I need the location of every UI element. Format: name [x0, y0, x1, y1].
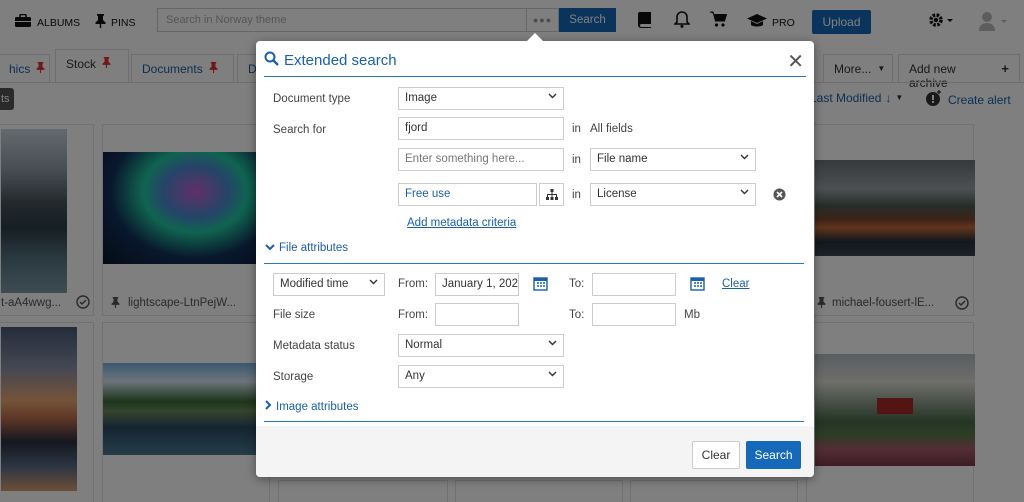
chevron-down-icon: [369, 277, 378, 288]
date-from-input[interactable]: January 1, 202: [435, 273, 519, 296]
in-label: in: [572, 154, 581, 166]
search-for-input[interactable]: fjord: [398, 117, 564, 140]
close-icon[interactable]: ✕: [787, 49, 804, 74]
chevron-down-icon: [740, 152, 749, 163]
file-attributes-toggle[interactable]: File attributes: [265, 242, 348, 254]
dialog-title: Extended search: [264, 51, 397, 70]
dialog-title-text: Extended search: [284, 52, 397, 69]
document-type-label: Document type: [273, 93, 351, 105]
size-from-label: From:: [398, 309, 429, 321]
time-type-select[interactable]: Modified time: [273, 273, 385, 296]
extended-search-dialog: Extended search ✕ Document type Image Se…: [256, 33, 814, 477]
submit-search-button[interactable]: Search: [746, 441, 801, 469]
dialog-footer: Clear Search: [256, 426, 814, 477]
metadata-status-label: Metadata status: [273, 340, 355, 352]
file-attributes-label: File attributes: [279, 242, 349, 254]
file-size-label: File size: [273, 309, 316, 321]
license-value-input[interactable]: Free use: [398, 183, 537, 206]
metadata-status-select[interactable]: Normal: [398, 334, 564, 357]
from-label: From:: [398, 278, 429, 290]
size-to-input[interactable]: [592, 303, 676, 326]
document-type-select[interactable]: Image: [398, 87, 564, 110]
hierarchy-picker-button[interactable]: [539, 183, 564, 206]
storage-label: Storage: [273, 371, 314, 383]
storage-value: Any: [405, 370, 425, 382]
date-to-input[interactable]: [592, 273, 676, 296]
time-type-value: Modified time: [280, 278, 349, 290]
image-attributes-label: Image attributes: [276, 400, 359, 413]
title-divider: [264, 76, 806, 77]
chevron-down-icon: [548, 338, 557, 349]
in-label: in: [572, 123, 581, 135]
license-field-value: License: [597, 188, 637, 200]
in-label: in: [572, 189, 581, 201]
size-from-input[interactable]: [435, 303, 519, 326]
chevron-down-icon: [265, 242, 275, 254]
document-type-value: Image: [405, 92, 437, 104]
chevron-down-icon: [740, 187, 749, 198]
sitemap-icon: [546, 189, 558, 203]
criteria-input[interactable]: Enter something here...: [398, 148, 564, 171]
add-metadata-criteria-link[interactable]: Add metadata criteria: [407, 217, 516, 229]
license-field-select[interactable]: License: [590, 183, 756, 206]
field-select-value: File name: [597, 153, 648, 165]
search-icon: [264, 51, 279, 70]
dialog-pointer: [527, 33, 543, 41]
mb-unit-label: Mb: [684, 309, 700, 321]
section-divider: [264, 263, 804, 264]
field-select[interactable]: File name: [590, 148, 756, 171]
all-fields-label: All fields: [590, 123, 633, 135]
metadata-status-value: Normal: [405, 339, 443, 351]
search-for-label: Search for: [273, 124, 327, 136]
to-label: To:: [569, 278, 585, 290]
chevron-down-icon: [548, 91, 557, 102]
remove-criteria-icon[interactable]: [773, 188, 786, 204]
clear-button[interactable]: Clear: [692, 441, 740, 469]
chevron-right-icon: [265, 400, 272, 413]
calendar-icon[interactable]: [533, 276, 548, 294]
section-divider: [264, 421, 804, 422]
calendar-icon[interactable]: [690, 276, 705, 294]
chevron-down-icon: [548, 369, 557, 380]
storage-select[interactable]: Any: [398, 365, 564, 388]
image-attributes-toggle[interactable]: Image attributes: [265, 400, 358, 413]
size-to-label: To:: [569, 309, 585, 321]
clear-dates-link[interactable]: Clear: [722, 278, 749, 290]
